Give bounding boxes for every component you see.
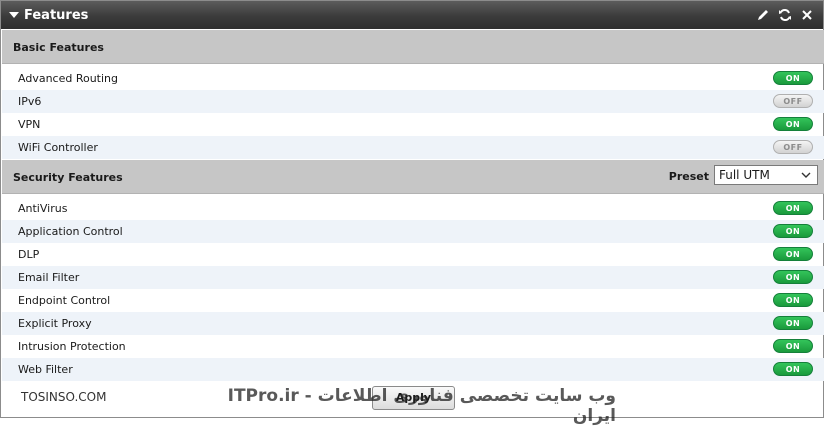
preset-label: Preset — [668, 170, 709, 183]
feature-toggle[interactable]: OFF — [773, 140, 813, 154]
feature-row-application-control: Application Control ON — [2, 220, 824, 243]
chevron-down-icon — [800, 169, 812, 184]
feature-label: AntiVirus — [18, 202, 68, 215]
feature-toggle[interactable]: ON — [773, 362, 813, 376]
feature-toggle[interactable]: ON — [773, 316, 813, 330]
feature-toggle[interactable]: OFF — [773, 94, 813, 108]
feature-row-vpn: VPN ON — [2, 113, 824, 136]
feature-label: Intrusion Protection — [18, 340, 126, 353]
section-title-security: Security Features — [13, 171, 123, 184]
refresh-icon[interactable] — [777, 7, 793, 23]
feature-toggle[interactable]: ON — [773, 293, 813, 307]
feature-label: DLP — [18, 248, 40, 261]
feature-row-endpoint-control: Endpoint Control ON — [2, 289, 824, 312]
feature-label: Email Filter — [18, 271, 80, 284]
security-features-header: Security Features Preset Full UTM — [2, 160, 824, 194]
feature-row-email-filter: Email Filter ON — [2, 266, 824, 289]
panel-titlebar: Features — [1, 1, 823, 29]
feature-row-intrusion-protection: Intrusion Protection ON — [2, 335, 824, 358]
feature-row-antivirus: AntiVirus ON — [2, 197, 824, 220]
panel-title: Features — [24, 7, 89, 23]
section-title-basic: Basic Features — [13, 41, 104, 54]
feature-row-dlp: DLP ON — [2, 243, 824, 266]
feature-row-wifi-controller: WiFi Controller OFF — [2, 136, 824, 159]
feature-label: VPN — [18, 118, 41, 131]
collapse-arrow-icon[interactable] — [9, 12, 19, 18]
feature-label: Web Filter — [18, 363, 73, 376]
feature-label: IPv6 — [18, 95, 42, 108]
feature-toggle[interactable]: ON — [773, 201, 813, 215]
close-icon[interactable] — [799, 7, 815, 23]
features-panel: Features Basic Features Advanced Routing… — [0, 0, 824, 426]
watermark-left: TOSINSO.COM — [21, 390, 107, 404]
feature-toggle[interactable]: ON — [773, 224, 813, 238]
feature-label: Explicit Proxy — [18, 317, 92, 330]
feature-toggle[interactable]: ON — [773, 117, 813, 131]
feature-row-ipv6: IPv6 OFF — [2, 90, 824, 113]
feature-row-web-filter: Web Filter ON — [2, 358, 824, 381]
feature-label: Application Control — [18, 225, 123, 238]
basic-features-header: Basic Features — [2, 30, 824, 64]
titlebar-actions — [755, 7, 815, 23]
feature-toggle[interactable]: ON — [773, 339, 813, 353]
apply-button[interactable]: Apply — [372, 386, 455, 410]
feature-toggle[interactable]: ON — [773, 270, 813, 284]
feature-row-advanced-routing: Advanced Routing ON — [2, 67, 824, 90]
feature-label: Advanced Routing — [18, 72, 119, 85]
edit-icon[interactable] — [755, 7, 771, 23]
preset-selected-value: Full UTM — [719, 168, 770, 182]
feature-label: Endpoint Control — [18, 294, 111, 307]
preset-select[interactable]: Full UTM — [714, 165, 818, 185]
feature-toggle[interactable]: ON — [773, 71, 813, 85]
feature-row-explicit-proxy: Explicit Proxy ON — [2, 312, 824, 335]
feature-label: WiFi Controller — [18, 141, 98, 154]
feature-toggle[interactable]: ON — [773, 247, 813, 261]
